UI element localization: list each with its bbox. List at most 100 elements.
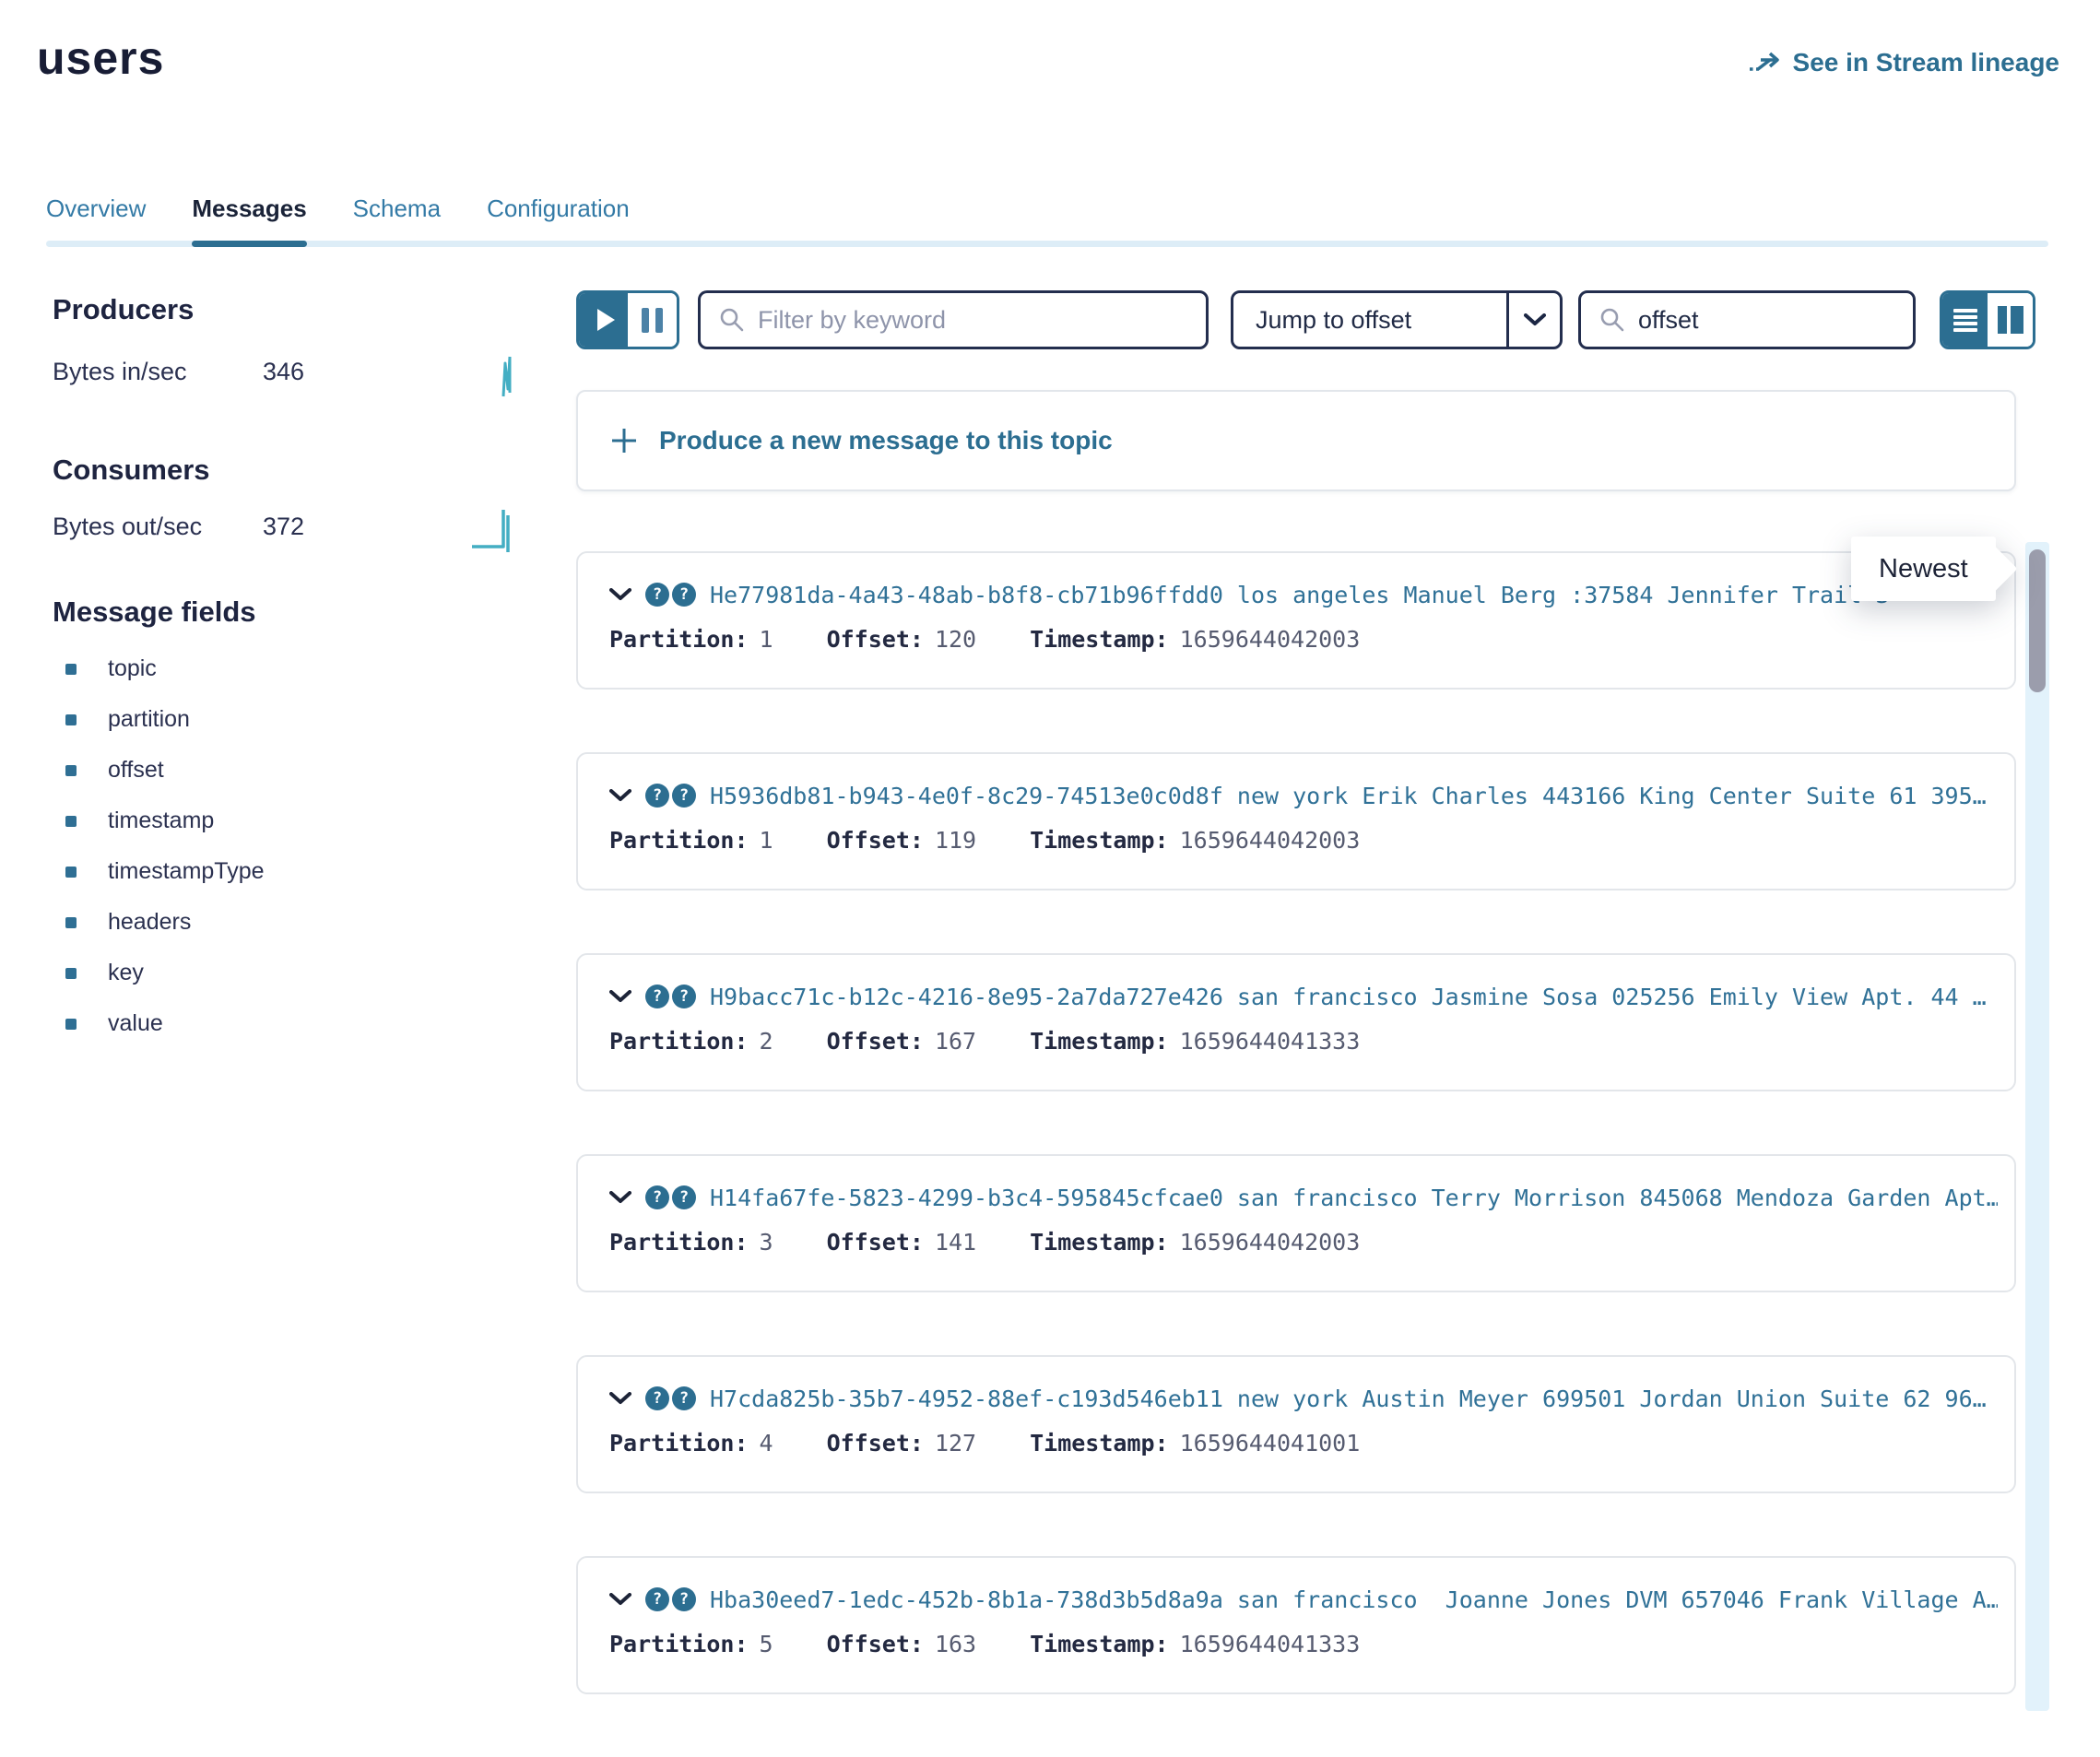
- select-chevron-cell[interactable]: [1506, 293, 1560, 347]
- partition-meta: Partition:5: [609, 1631, 773, 1657]
- message-key[interactable]: H7cda825b-35b7-4952-88ef-c193d546eb11: [710, 1386, 1223, 1412]
- bytes-in-label: Bytes in/sec: [53, 358, 263, 386]
- bytes-in-value: 346: [263, 358, 304, 386]
- list-view-icon: [1953, 308, 1978, 332]
- message-field-offset[interactable]: offset: [65, 745, 265, 796]
- expand-chevron-icon[interactable]: [609, 1392, 631, 1405]
- plus-icon: [609, 426, 639, 455]
- message-value-preview[interactable]: los angeles Manuel Berg :37584 Jennifer …: [1237, 582, 1889, 608]
- play-button[interactable]: [579, 293, 628, 347]
- message-row[interactable]: ?? H7cda825b-35b7-4952-88ef-c193d546eb11…: [576, 1355, 2016, 1493]
- serializer-badge-icons: ??: [645, 1587, 696, 1611]
- lineage-arrow-icon: [1748, 50, 1781, 76]
- message-value-preview[interactable]: san francisco Joanne Jones DVM 657046 Fr…: [1237, 1586, 1998, 1613]
- timestamp-meta: Timestamp:1659644042003: [1030, 1229, 1360, 1256]
- message-field-value[interactable]: value: [65, 998, 265, 1049]
- tab-schema[interactable]: Schema: [353, 195, 441, 247]
- expand-chevron-icon[interactable]: [609, 588, 631, 601]
- column-view-button[interactable]: [1988, 293, 2033, 347]
- pause-icon: [642, 308, 649, 333]
- message-field-key[interactable]: key: [65, 948, 265, 998]
- search-icon: [1599, 307, 1625, 333]
- message-field-topic[interactable]: topic: [65, 643, 265, 694]
- message-key[interactable]: Hba30eed7-1edc-452b-8b1a-738d3b5d8a9a: [710, 1586, 1223, 1613]
- offset-meta: Offset:119: [827, 827, 977, 854]
- bytes-out-sparkline: [470, 502, 514, 554]
- serializer-badge-icons: ??: [645, 583, 696, 607]
- newest-tooltip: Newest: [1851, 537, 1996, 601]
- field-bullet-icon: [65, 816, 77, 827]
- producers-heading: Producers: [53, 293, 194, 326]
- tab-configuration[interactable]: Configuration: [487, 195, 630, 247]
- tab-messages[interactable]: Messages: [192, 195, 306, 247]
- bytes-out-label: Bytes out/sec: [53, 513, 263, 541]
- play-icon: [597, 309, 615, 331]
- offset-meta: Offset:141: [827, 1229, 977, 1256]
- message-value-preview[interactable]: san francisco Jasmine Sosa 025256 Emily …: [1237, 984, 1987, 1010]
- message-row[interactable]: ?? Hba30eed7-1edc-452b-8b1a-738d3b5d8a9a…: [576, 1556, 2016, 1694]
- filter-by-keyword-input[interactable]: [758, 306, 1206, 335]
- message-value-preview[interactable]: new york Erik Charles 443166 King Center…: [1237, 783, 1987, 809]
- consumers-heading: Consumers: [53, 454, 210, 487]
- message-row[interactable]: ?? H9bacc71c-b12c-4216-8e95-2a7da727e426…: [576, 953, 2016, 1091]
- bytes-in-sparkline: [498, 352, 518, 400]
- field-bullet-icon: [65, 664, 77, 675]
- chevron-down-icon: [1524, 313, 1546, 326]
- message-key[interactable]: H9bacc71c-b12c-4216-8e95-2a7da727e426: [710, 984, 1223, 1010]
- expand-chevron-icon[interactable]: [609, 1191, 631, 1204]
- produce-message-button[interactable]: Produce a new message to this topic: [576, 390, 2016, 491]
- tab-bar: Overview Messages Schema Configuration: [46, 181, 2048, 247]
- filter-input-box: [698, 290, 1209, 349]
- message-field-timestamptype[interactable]: timestampType: [65, 846, 265, 897]
- jump-to-offset-select[interactable]: Jump to offset: [1231, 290, 1563, 349]
- message-field-partition[interactable]: partition: [65, 694, 265, 745]
- partition-meta: Partition:2: [609, 1028, 773, 1055]
- see-in-stream-lineage-link[interactable]: See in Stream lineage: [1748, 48, 2059, 77]
- message-value-preview[interactable]: new york Austin Meyer 699501 Jordan Unio…: [1237, 1386, 1987, 1412]
- bytes-out-value: 372: [263, 513, 304, 541]
- jump-select-value: Jump to offset: [1233, 306, 1506, 335]
- column-view-icon: [1996, 305, 2025, 335]
- pause-button[interactable]: [628, 293, 677, 347]
- message-field-headers[interactable]: headers: [65, 897, 265, 948]
- message-value-preview[interactable]: san francisco Terry Morrison 845068 Mend…: [1237, 1185, 1998, 1211]
- view-mode-toggle: [1940, 290, 2035, 349]
- expand-chevron-icon[interactable]: [609, 1593, 631, 1606]
- message-row[interactable]: ?? H5936db81-b943-4e0f-8c29-74513e0c0d8f…: [576, 752, 2016, 890]
- message-key[interactable]: H5936db81-b943-4e0f-8c29-74513e0c0d8f: [710, 783, 1223, 809]
- message-row[interactable]: ?? He77981da-4a43-48ab-b8f8-cb71b96ffdd0…: [576, 551, 2016, 690]
- field-bullet-icon: [65, 1019, 77, 1030]
- serializer-badge-icons: ??: [645, 784, 696, 808]
- offset-search-box: [1578, 290, 1916, 349]
- expand-chevron-icon[interactable]: [609, 990, 631, 1003]
- produce-message-label: Produce a new message to this topic: [659, 426, 1113, 455]
- offset-search-input[interactable]: [1638, 306, 1913, 335]
- expand-chevron-icon[interactable]: [609, 789, 631, 802]
- offset-meta: Offset:163: [827, 1631, 977, 1657]
- partition-meta: Partition:1: [609, 827, 773, 854]
- field-bullet-icon: [65, 968, 77, 979]
- message-field-timestamp[interactable]: timestamp: [65, 796, 265, 846]
- scrollbar-thumb[interactable]: [2029, 549, 2046, 692]
- tab-overview[interactable]: Overview: [46, 195, 146, 247]
- tab-track: [46, 241, 2048, 247]
- partition-meta: Partition:1: [609, 626, 773, 653]
- partition-meta: Partition:4: [609, 1430, 773, 1456]
- message-key[interactable]: H14fa67fe-5823-4299-b3c4-595845cfcae0: [710, 1185, 1223, 1211]
- offset-meta: Offset:127: [827, 1430, 977, 1456]
- timestamp-meta: Timestamp:1659644042003: [1030, 626, 1360, 653]
- list-view-button[interactable]: [1942, 293, 1988, 347]
- message-list-scrollbar[interactable]: [2025, 542, 2049, 1711]
- timestamp-meta: Timestamp:1659644041333: [1030, 1028, 1360, 1055]
- live-consume-toggle: [576, 290, 679, 349]
- lineage-link-label: See in Stream lineage: [1793, 48, 2059, 77]
- field-bullet-icon: [65, 714, 77, 725]
- search-icon: [719, 307, 745, 333]
- page-title: users: [37, 31, 164, 85]
- offset-meta: Offset:120: [827, 626, 977, 653]
- message-key[interactable]: He77981da-4a43-48ab-b8f8-cb71b96ffdd0: [710, 582, 1223, 608]
- timestamp-meta: Timestamp:1659644041001: [1030, 1430, 1360, 1456]
- timestamp-meta: Timestamp:1659644041333: [1030, 1631, 1360, 1657]
- serializer-badge-icons: ??: [645, 1185, 696, 1209]
- message-row[interactable]: ?? H14fa67fe-5823-4299-b3c4-595845cfcae0…: [576, 1154, 2016, 1292]
